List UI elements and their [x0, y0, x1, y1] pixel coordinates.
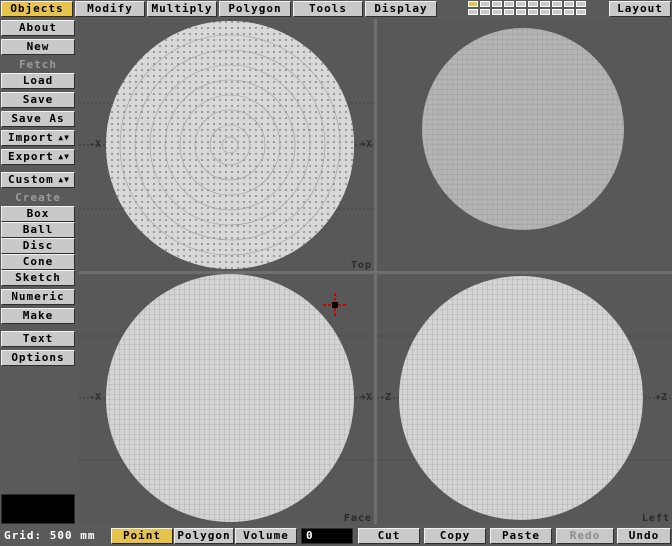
redo-button[interactable]: Redo [556, 528, 614, 544]
save-button[interactable]: Save [1, 92, 75, 108]
layer-2[interactable] [480, 1, 490, 7]
layer-15[interactable] [516, 9, 526, 15]
layer-16[interactable] [528, 9, 538, 15]
ball-button[interactable]: Ball [1, 222, 75, 238]
layer-4[interactable] [504, 1, 514, 7]
tab-polygon[interactable]: Polygon [219, 1, 291, 17]
undo-button[interactable]: Undo [617, 528, 671, 544]
tab-display[interactable]: Display [365, 1, 437, 17]
layer-20[interactable] [576, 9, 586, 15]
load-button[interactable]: Load [1, 73, 75, 89]
layer-13[interactable] [492, 9, 502, 15]
axis-left-label: -Z [379, 392, 392, 403]
layer-9[interactable] [564, 1, 574, 7]
axis-left-label: -X [89, 392, 102, 403]
text-button[interactable]: Text [1, 331, 75, 347]
disc-button[interactable]: Disc [1, 238, 75, 254]
paste-button[interactable]: Paste [490, 528, 552, 544]
layer-5[interactable] [516, 1, 526, 7]
options-button[interactable]: Options [1, 350, 75, 366]
viewport-label-top: Top [350, 260, 372, 271]
save-as-button[interactable]: Save As [1, 111, 75, 127]
tab-tools[interactable]: Tools [293, 1, 363, 17]
tab-modify[interactable]: Modify [75, 1, 145, 17]
viewport-left[interactable]: -Z +Z Left [377, 274, 672, 524]
top-view-disc [79, 19, 374, 271]
tab-objects[interactable]: Objects [1, 1, 73, 17]
layer-19[interactable] [564, 9, 574, 15]
viewport-top[interactable]: -X +X Top [79, 19, 374, 271]
left-view-sphere [377, 276, 672, 520]
import-button[interactable]: Import ▲▼ [1, 130, 75, 146]
copy-button[interactable]: Copy [424, 528, 486, 544]
cone-button[interactable]: Cone [1, 254, 75, 270]
selection-count-field: 0 [301, 528, 353, 544]
sketch-button[interactable]: Sketch [1, 270, 75, 286]
point-mode-button[interactable]: Point [111, 528, 173, 544]
custom-button[interactable]: Custom ▲▼ [1, 172, 75, 188]
layer-6[interactable] [528, 1, 538, 7]
layer-8[interactable] [552, 1, 562, 7]
layer-12[interactable] [480, 9, 490, 15]
viewport-face[interactable]: -X +X Face [79, 274, 374, 524]
layer-18[interactable] [552, 9, 562, 15]
layer-selector[interactable] [468, 1, 604, 17]
crosshair-cursor-icon [323, 293, 347, 317]
make-button[interactable]: Make [1, 308, 75, 324]
cut-button[interactable]: Cut [358, 528, 420, 544]
viewport-label-left: Left [641, 513, 670, 524]
tab-multiply[interactable]: Multiply [147, 1, 217, 17]
about-button[interactable]: About [1, 20, 75, 36]
import-label: Import [8, 131, 54, 144]
layout-button[interactable]: Layout [609, 1, 671, 17]
layer-17[interactable] [540, 9, 550, 15]
axis-left-label: -X [89, 139, 102, 150]
layer-11[interactable] [468, 9, 478, 15]
axis-right-label: +X [360, 139, 373, 150]
export-button[interactable]: Export ▲▼ [1, 149, 75, 165]
viewport-divider-horizontal [79, 271, 672, 274]
updown-arrow-icon: ▲▼ [58, 152, 70, 161]
grid-size-readout: Grid: 500 mm [4, 529, 96, 542]
custom-label: Custom [8, 173, 54, 186]
polygon-mode-button[interactable]: Polygon [174, 528, 234, 544]
axis-right-label: +X [360, 392, 373, 403]
layer-3[interactable] [492, 1, 502, 7]
layer-7[interactable] [540, 1, 550, 7]
axis-right-label: +Z [655, 392, 668, 403]
box-button[interactable]: Box [1, 206, 75, 222]
layer-1[interactable] [468, 1, 478, 7]
export-label: Export [8, 150, 54, 163]
viewport-label-face: Face [343, 513, 372, 524]
new-button[interactable]: New [1, 39, 75, 55]
preview-box [1, 494, 75, 524]
viewport-perspective[interactable] [377, 19, 672, 271]
fetch-label: Fetch [18, 58, 58, 71]
layer-10[interactable] [576, 1, 586, 7]
updown-arrow-icon: ▲▼ [58, 133, 70, 142]
perspective-sphere [422, 28, 624, 230]
numeric-button[interactable]: Numeric [1, 289, 75, 305]
create-label: Create [15, 191, 61, 204]
updown-arrow-icon: ▲▼ [58, 175, 70, 184]
volume-mode-button[interactable]: Volume [235, 528, 297, 544]
layer-14[interactable] [504, 9, 514, 15]
